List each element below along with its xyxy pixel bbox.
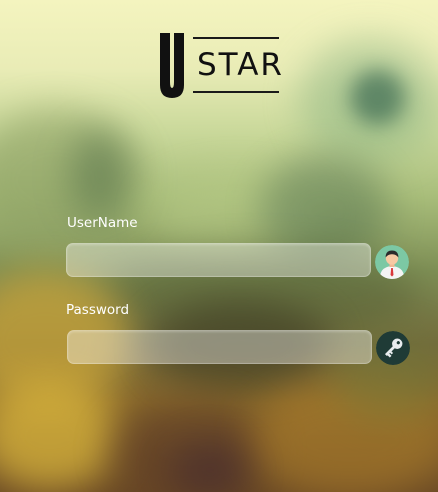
password-input[interactable] <box>67 330 372 364</box>
username-label: UserName <box>67 215 138 231</box>
key-icon[interactable] <box>376 331 410 365</box>
logo-u-letter <box>160 33 184 98</box>
user-avatar-icon[interactable] <box>375 245 409 279</box>
logo-top-rule <box>193 37 279 39</box>
password-label: Password <box>66 302 130 318</box>
ustar-logo: STAR <box>157 30 283 110</box>
username-input[interactable] <box>66 243 371 277</box>
logo-bottom-rule <box>193 91 279 93</box>
logo-wordmark: STAR <box>197 47 284 83</box>
